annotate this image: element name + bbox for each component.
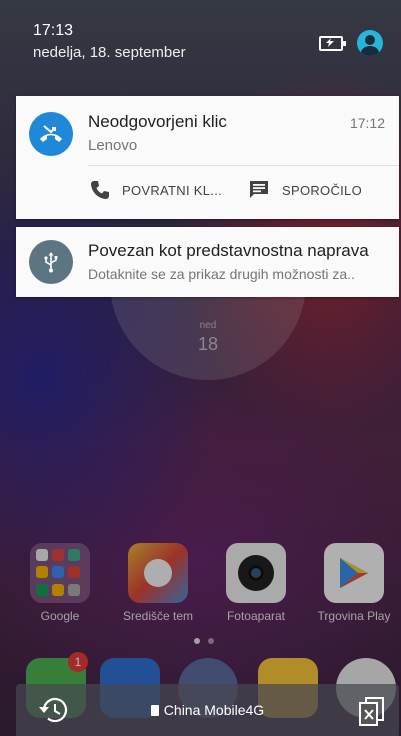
phone-icon [91, 181, 109, 199]
message-icon [250, 181, 268, 198]
battery-charging-icon [319, 35, 346, 51]
call-back-button[interactable]: POVRATNI KL... [90, 180, 222, 200]
usb-icon [29, 240, 73, 284]
shade-header: 17:13 nedelja, 18. september [33, 22, 186, 61]
shade-bottom-bar: China Mobile4G [16, 684, 399, 736]
notification-missed-call[interactable]: Neodgovorjeni klic Lenovo 17:12 POVRATNI… [16, 96, 399, 219]
notification-subtitle: Dotaknite se za prikaz drugih možnosti z… [88, 266, 355, 282]
notification-usb-media[interactable]: Povezan kot predstavnostna naprava Dotak… [16, 227, 399, 297]
carrier-text: China Mobile4G [163, 702, 265, 718]
clear-all-icon[interactable] [357, 694, 387, 731]
system-icons [319, 30, 383, 56]
clock-time: 17:13 [33, 22, 74, 39]
message-button[interactable]: SPOROČILO [248, 180, 362, 200]
notification-subtitle: Lenovo [88, 137, 138, 154]
divider [88, 165, 399, 166]
message-label: SPOROČILO [282, 182, 362, 198]
notification-time: 17:12 [349, 115, 385, 131]
call-back-label: POVRATNI KL... [122, 182, 223, 198]
missed-call-icon [29, 112, 73, 156]
carrier-label: China Mobile4G [16, 702, 399, 718]
notification-title: Neodgovorjeni klic [88, 112, 227, 131]
clock-date-text: nedelja, 18. september [33, 44, 186, 61]
notification-title: Povezan kot predstavnostna naprava [88, 241, 369, 260]
user-avatar-icon[interactable] [357, 30, 383, 56]
sim-card-icon [150, 705, 159, 716]
